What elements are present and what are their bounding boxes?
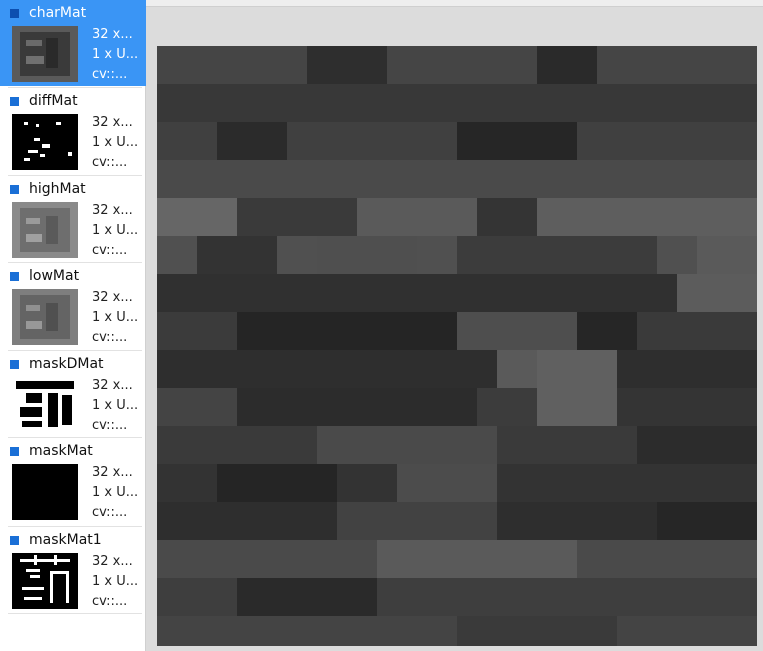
variable-info: 32 x... 1 x U... cv::...: [92, 463, 144, 523]
list-item-diffmat[interactable]: diffMat 32 x... 1 x U... cv::...: [0, 88, 146, 174]
dims-text: 32 x...: [92, 378, 133, 393]
dims-text: 32 x...: [92, 465, 133, 480]
image-canvas[interactable]: [157, 46, 757, 646]
image-thumbnail: [12, 202, 78, 258]
dims-text: 32 x...: [92, 115, 133, 130]
type-text: 1 x U...: [92, 310, 139, 325]
type-text: 1 x U...: [92, 47, 139, 62]
variable-type-icon: [10, 360, 19, 369]
variable-name: maskDMat: [29, 356, 104, 372]
list-item-charmat[interactable]: charMat 32 x... 1 x U... cv::...: [0, 0, 146, 86]
variable-type-icon: [10, 185, 19, 194]
variable-type-icon: [10, 9, 19, 18]
dims-text: 32 x...: [92, 290, 133, 305]
type-text: 1 x U...: [92, 574, 139, 589]
type-text: 1 x U...: [92, 223, 139, 238]
class-text: cv::...: [92, 243, 128, 258]
variable-name: charMat: [29, 5, 87, 21]
class-text: cv::...: [92, 155, 128, 170]
type-text: 1 x U...: [92, 135, 139, 150]
class-text: cv::...: [92, 418, 128, 433]
variable-type-icon: [10, 447, 19, 456]
class-text: cv::...: [92, 67, 128, 82]
dims-text: 32 x...: [92, 27, 133, 42]
variable-list-panel: charMat 32 x... 1 x U... cv::... diffMat: [0, 0, 146, 651]
variable-type-icon: [10, 272, 19, 281]
image-thumbnail: [12, 377, 78, 433]
divider: [8, 613, 142, 614]
image-thumbnail: [12, 553, 78, 609]
list-item-lowmat[interactable]: lowMat 32 x... 1 x U... cv::...: [0, 263, 146, 349]
variable-type-icon: [10, 97, 19, 106]
list-item-maskdmat[interactable]: maskDMat 32 x... 1 x U... cv::...: [0, 351, 146, 437]
image-viewer[interactable]: [146, 0, 763, 651]
variable-type-icon: [10, 536, 19, 545]
list-item-maskmat[interactable]: maskMat 32 x... 1 x U... cv::...: [0, 438, 146, 524]
variable-info: 32 x... 1 x U... cv::...: [92, 552, 144, 612]
image-thumbnail: [12, 26, 78, 82]
type-text: 1 x U...: [92, 485, 139, 500]
variable-name: diffMat: [29, 93, 78, 109]
variable-info: 32 x... 1 x U... cv::...: [92, 288, 144, 348]
dims-text: 32 x...: [92, 554, 133, 569]
list-item-maskmat1[interactable]: maskMat1 32 x... 1 x U... cv::...: [0, 527, 146, 613]
image-thumbnail: [12, 289, 78, 345]
class-text: cv::...: [92, 330, 128, 345]
type-text: 1 x U...: [92, 398, 139, 413]
variable-name: maskMat: [29, 443, 93, 459]
variable-name: maskMat1: [29, 532, 102, 548]
dims-text: 32 x...: [92, 203, 133, 218]
variable-name: lowMat: [29, 268, 80, 284]
variable-info: 32 x... 1 x U... cv::...: [92, 201, 144, 261]
variable-info: 32 x... 1 x U... cv::...: [92, 376, 144, 436]
image-thumbnail: [12, 464, 78, 520]
class-text: cv::...: [92, 594, 128, 609]
variable-name: highMat: [29, 181, 86, 197]
variable-info: 32 x... 1 x U... cv::...: [92, 25, 144, 85]
variable-info: 32 x... 1 x U... cv::...: [92, 113, 144, 173]
class-text: cv::...: [92, 505, 128, 520]
list-item-highmat[interactable]: highMat 32 x... 1 x U... cv::...: [0, 176, 146, 262]
image-thumbnail: [12, 114, 78, 170]
viewer-toolbar-strip: [146, 0, 763, 7]
